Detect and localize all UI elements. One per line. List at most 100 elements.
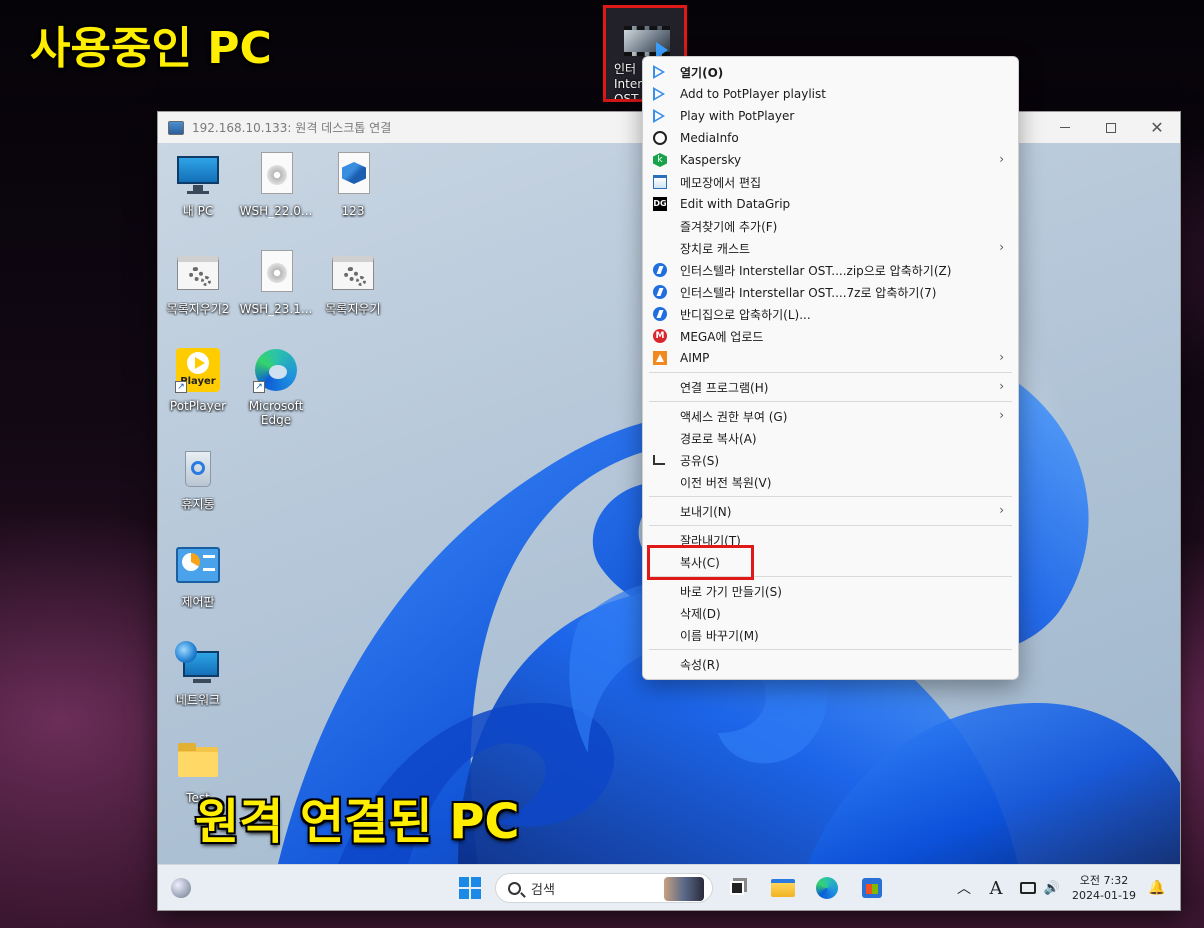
remote-pc-label: 원격 연결된 PC (195, 794, 520, 850)
desktop-icon-label: 123 (341, 204, 365, 218)
desktop-icon-network[interactable]: 네트워크 (159, 641, 237, 707)
menu-item[interactable]: M MEGA에 업로드 (643, 325, 1018, 347)
windows-logo-icon (459, 877, 481, 899)
menu-item[interactable]: AIMP › (643, 347, 1018, 369)
menu-item[interactable]: 이름 바꾸기(M) (643, 624, 1018, 646)
menu-item-label: 열기(O) (680, 65, 724, 80)
chevron-right-icon: › (999, 379, 1004, 393)
volume-icon: 🔊 (1043, 880, 1061, 896)
desktop-icon-label: 네트워크 (175, 693, 221, 707)
shortcut-arrow-icon: ↗ (175, 381, 187, 393)
menu-item[interactable]: 보내기(N) › (643, 500, 1018, 522)
menu-item[interactable]: 공유(S) (643, 449, 1018, 471)
task-view-button[interactable] (722, 865, 752, 911)
desktop-icon-123[interactable]: 123 (314, 152, 392, 218)
copy-highlight-box (647, 545, 754, 580)
maximize-icon (1106, 122, 1116, 133)
desktop-icon-wsh23[interactable]: WSH_23.1... (237, 250, 315, 316)
desktop-icon-clear-list-2[interactable]: 목록지우기2 (159, 250, 237, 316)
play-icon (653, 87, 665, 101)
store-button[interactable] (855, 865, 889, 911)
menu-item-label: 속성(R) (680, 657, 720, 672)
menu-item[interactable]: DG Edit with DataGrip (643, 193, 1018, 215)
desktop-icon-potplayer[interactable]: Player ↗ PotPlayer (159, 347, 237, 413)
network-status-button[interactable] (1016, 865, 1040, 911)
menu-item[interactable]: 속성(R) (643, 653, 1018, 675)
menu-item[interactable]: 액세스 권한 부여 (G) › (643, 405, 1018, 427)
edge-taskbar-button[interactable] (810, 865, 844, 911)
file-explorer-button[interactable] (766, 865, 800, 911)
taskbar-search-box[interactable]: 검색 (495, 873, 713, 903)
menu-item[interactable]: 열기(O) (643, 61, 1018, 83)
menu-item[interactable]: k Kaspersky › (643, 149, 1018, 171)
mega-icon: M (653, 329, 667, 343)
desktop-icon-label: 목록지우기2 (166, 302, 230, 316)
menu-item[interactable]: MediaInfo (643, 127, 1018, 149)
window-title: 192.168.10.133: 원격 데스크톱 연결 (192, 121, 392, 135)
recycle-bin-icon (175, 445, 221, 491)
menu-item[interactable]: Play with PotPlayer (643, 105, 1018, 127)
clock[interactable]: 오전 7:32 2024-01-19 (1064, 865, 1144, 911)
menu-item[interactable]: 삭제(D) (643, 602, 1018, 624)
desktop-icon-control-panel[interactable]: 제어판 (159, 543, 237, 609)
maximize-button[interactable] (1088, 112, 1134, 143)
desktop-icon-label: Microsoft Edge (248, 399, 304, 427)
menu-item[interactable]: 경로로 복사(A) (643, 427, 1018, 449)
widgets-button[interactable] (166, 865, 196, 911)
clock-date: 2024-01-19 (1072, 889, 1136, 902)
control-panel-icon (175, 543, 221, 589)
volume-button[interactable]: 🔊 (1040, 865, 1064, 911)
menu-item[interactable]: Add to PotPlayer playlist (643, 83, 1018, 105)
network-status-icon (1020, 882, 1036, 894)
show-hidden-icons-button[interactable]: ︿ (952, 865, 976, 911)
chevron-right-icon: › (999, 240, 1004, 254)
task-view-icon (730, 881, 744, 895)
menu-item[interactable]: 연결 프로그램(H) › (643, 376, 1018, 398)
menu-item-label: Edit with DataGrip (680, 197, 791, 211)
monitor-icon (175, 152, 221, 198)
minimize-icon (1060, 127, 1070, 128)
menu-item-label: MediaInfo (680, 131, 739, 145)
start-button[interactable] (455, 865, 485, 911)
menu-item[interactable]: 인터스텔라 Interstellar OST....zip으로 압축하기(Z) (643, 259, 1018, 281)
menu-item[interactable]: 반디집으로 압축하기(L)... (643, 303, 1018, 325)
menu-separator (649, 649, 1012, 650)
menu-item-label: Play with PotPlayer (680, 109, 795, 123)
chevron-right-icon: › (999, 152, 1004, 166)
menu-item-label: MEGA에 업로드 (680, 329, 764, 344)
desktop-icon-my-pc[interactable]: 내 PC (159, 152, 237, 218)
menu-item-label: 이전 버전 복원(V) (680, 475, 772, 490)
taskbar[interactable]: 검색 ︿ A 🔊 오전 7:32 2024-01-19 🔔 (158, 864, 1180, 910)
shortcut-arrow-icon: ↗ (253, 381, 265, 393)
context-menu[interactable]: 열기(O) Add to PotPlayer playlist Play with … (642, 56, 1019, 680)
search-icon (508, 881, 521, 895)
notifications-button[interactable]: 🔔 (1144, 865, 1170, 911)
store-icon (862, 878, 882, 898)
play-icon (653, 109, 665, 123)
menu-item[interactable]: 즐겨찾기에 추가(F) (643, 215, 1018, 237)
menu-item[interactable]: 장치로 캐스트 › (643, 237, 1018, 259)
menu-item[interactable]: 인터스텔라 Interstellar OST....7z로 압축하기(7) (643, 281, 1018, 303)
desktop-icon-clear-list[interactable]: 목록지우기 (314, 250, 392, 316)
minimize-button[interactable] (1042, 112, 1088, 143)
menu-item-label: 경로로 복사(A) (680, 431, 757, 446)
chevron-up-icon: ︿ (957, 881, 971, 897)
desktop-icon-wsh22[interactable]: WSH_22.0... (237, 152, 315, 218)
search-placeholder: 검색 (531, 882, 555, 898)
close-button[interactable]: ✕ (1134, 112, 1180, 143)
menu-item-label: Add to PotPlayer playlist (680, 87, 826, 101)
menu-item[interactable]: 메모장에서 편집 (643, 171, 1018, 193)
desktop-icon-edge[interactable]: ↗ Microsoft Edge (237, 347, 315, 427)
menu-item-label: AIMP (680, 351, 710, 365)
menu-item[interactable]: 바로 가기 만들기(S) (643, 580, 1018, 602)
input-method-button[interactable]: A (984, 865, 1008, 911)
edge-icon: ↗ (253, 347, 299, 393)
desktop-icon-recycle-bin[interactable]: 휴지통 (159, 445, 237, 511)
menu-separator (649, 372, 1012, 373)
ime-indicator: A (989, 877, 1003, 899)
menu-item-label: 보내기(N) (680, 504, 732, 519)
menu-item-label: 장치로 캐스트 (680, 241, 751, 256)
menu-item[interactable]: 이전 버전 복원(V) (643, 471, 1018, 493)
network-icon (175, 641, 221, 687)
menu-item-label: 연결 프로그램(H) (680, 380, 769, 395)
